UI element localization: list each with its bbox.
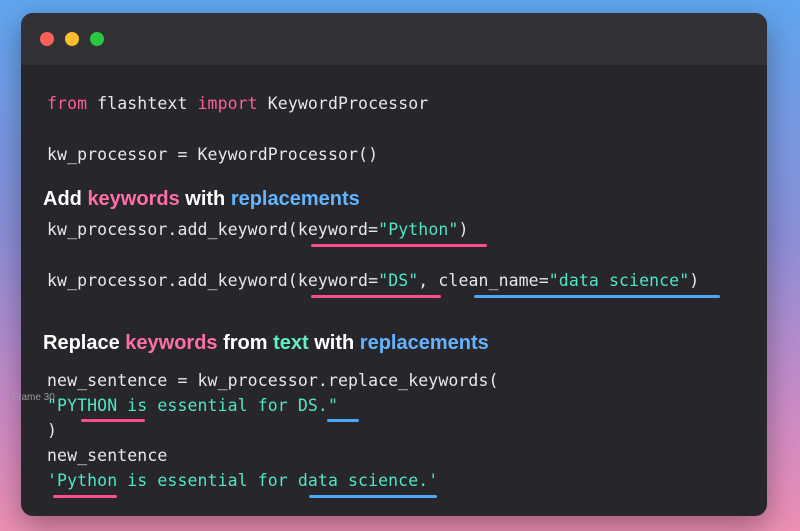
- close-window-icon[interactable]: [40, 32, 54, 46]
- output-var-line: new_sentence: [47, 446, 168, 465]
- keyword-import: import: [197, 94, 258, 113]
- input-string-line: "PYTHON is essential for DS.": [47, 396, 338, 415]
- code-text: ): [458, 220, 469, 239]
- underline-keyword-ds: [311, 295, 441, 298]
- heading-text: from: [217, 332, 274, 354]
- underline-ds-input: [327, 419, 359, 422]
- heading-highlight: replacements: [359, 332, 489, 354]
- minimize-window-icon[interactable]: [65, 32, 79, 46]
- code-text: =: [368, 220, 379, 239]
- string-literal: "data science": [548, 271, 690, 290]
- code-text: kw_processor.add_keyword(: [47, 271, 298, 290]
- code-window: from flashtext import KeywordProcessor k…: [21, 13, 767, 516]
- module-name: flashtext: [87, 94, 198, 113]
- string-literal: "Python": [378, 220, 459, 239]
- frame-label: Frame 30: [12, 392, 55, 403]
- underline-python-output: [53, 495, 117, 498]
- underline-clean-name: [474, 295, 720, 298]
- heading-highlight: text: [273, 332, 309, 354]
- string-literal: "DS": [378, 271, 419, 290]
- maximize-window-icon[interactable]: [90, 32, 104, 46]
- window-titlebar: [21, 13, 767, 65]
- code-text: =: [368, 271, 379, 290]
- section-heading-add: Add keywords with replacements: [43, 188, 360, 211]
- param-name: clean_name: [438, 271, 539, 290]
- keyword-from: from: [47, 94, 88, 113]
- add-keyword-line-2: kw_processor.add_keyword(keyword="DS", c…: [47, 271, 699, 291]
- heading-highlight: replacements: [230, 188, 360, 210]
- underline-python-input: [81, 419, 145, 422]
- class-name: KeywordProcessor: [257, 94, 429, 113]
- param-name: keyword: [297, 220, 369, 239]
- underline-data-science-output: [309, 495, 437, 498]
- heading-text: Add: [43, 188, 88, 210]
- section-heading-replace: Replace keywords from text with replacem…: [43, 332, 489, 355]
- code-text: kw_processor.add_keyword(: [47, 220, 298, 239]
- replace-keywords-line: new_sentence = kw_processor.replace_keyw…: [47, 371, 499, 390]
- close-paren-line: ): [47, 421, 58, 440]
- heading-text: with: [308, 332, 360, 354]
- heading-highlight: keywords: [87, 188, 180, 210]
- underline-keyword-python: [311, 244, 487, 247]
- heading-text: Replace: [43, 332, 126, 354]
- code-text: ): [689, 271, 700, 290]
- add-keyword-line-1: kw_processor.add_keyword(keyword="Python…: [47, 220, 468, 240]
- init-line: kw_processor = KeywordProcessor(): [47, 145, 379, 164]
- heading-text: with: [179, 188, 231, 210]
- heading-highlight: keywords: [125, 332, 218, 354]
- output-string-line: 'Python is essential for data science.': [47, 471, 439, 490]
- code-text: ,: [418, 271, 439, 290]
- param-name: keyword: [297, 271, 369, 290]
- code-text: =: [538, 271, 549, 290]
- import-line: from flashtext import KeywordProcessor: [47, 94, 428, 114]
